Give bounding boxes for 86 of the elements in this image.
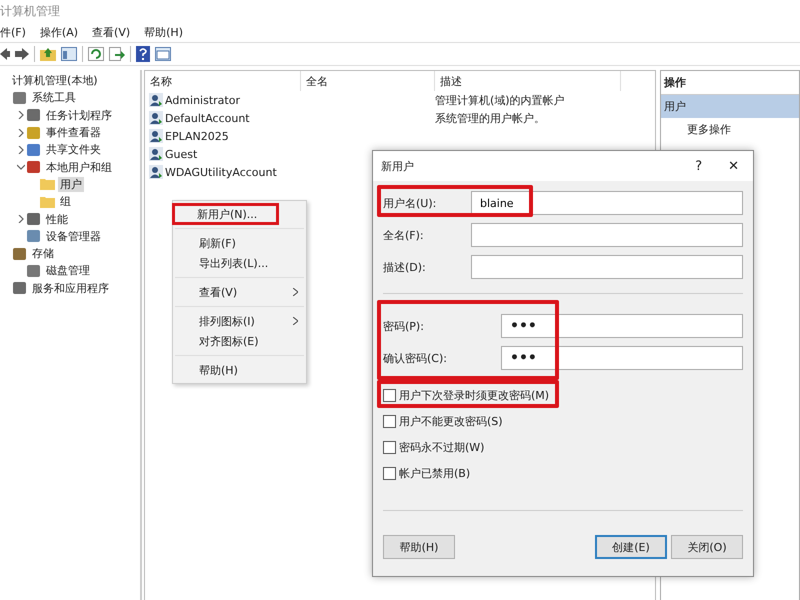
menu-item[interactable]: 导出列表(L)... (173, 253, 306, 273)
checkbox-label: 帐户已禁用(B) (399, 466, 470, 480)
checkbox[interactable] (383, 388, 396, 402)
console-icon[interactable] (61, 47, 77, 61)
tree-item[interactable]: 本地用户和组 (44, 160, 114, 175)
menu-item[interactable]: 帮助(H) (144, 24, 183, 40)
tree-item[interactable]: 性能 (44, 212, 70, 227)
tree-item[interactable]: 计算机管理(本地) (10, 73, 100, 88)
dialog-title: 新用户 (381, 158, 414, 174)
user-name[interactable]: EPLAN2025 (165, 130, 229, 142)
password-field[interactable]: ••• (501, 314, 743, 338)
dialog-button[interactable]: 关闭(O) (671, 535, 743, 559)
user-name[interactable]: DefaultAccount (165, 112, 250, 124)
checkbox[interactable] (383, 440, 396, 454)
input-field[interactable] (471, 223, 743, 247)
tree-item[interactable]: 共享文件夹 (44, 142, 103, 158)
menu-item[interactable]: 刷新(F) (173, 233, 306, 253)
tree-node-icon (26, 264, 41, 278)
menu-item[interactable]: 查看(V) (92, 24, 130, 40)
tree-item[interactable]: 磁盘管理 (44, 263, 92, 278)
tree-node-icon (12, 246, 27, 261)
column-header[interactable]: 名称 (145, 71, 301, 91)
close-button[interactable]: ✕ (728, 158, 739, 174)
folder-icon (40, 194, 55, 209)
menu-item[interactable]: 帮助(H) (173, 360, 306, 380)
table-cell: 系统管理的用户帐户。 (435, 110, 545, 126)
field-label: 确认密码(C): (383, 350, 448, 366)
column-header[interactable]: 全名 (301, 71, 435, 91)
password-field[interactable]: ••• (501, 346, 743, 370)
tree-node-icon (26, 212, 41, 226)
help-icon[interactable] (136, 46, 150, 62)
menu-item[interactable]: 件(F) (0, 24, 26, 40)
input-field[interactable] (471, 255, 743, 279)
tree-item[interactable]: 系统工具 (30, 90, 78, 106)
window-title: 计算机管理 (0, 2, 60, 20)
tree-node-icon (12, 281, 27, 296)
action-item[interactable]: 更多操作 (661, 118, 799, 141)
folder-up-icon[interactable] (40, 47, 56, 61)
user-icon (149, 111, 163, 125)
tree-item[interactable]: 事件查看器 (44, 125, 103, 140)
field-label: 全名(F): (383, 228, 425, 242)
tree-item[interactable]: 用户 (58, 176, 84, 192)
checkbox-label: 用户不能更改密码(S) (399, 414, 503, 428)
user-icon (149, 147, 163, 161)
checkbox[interactable] (383, 466, 396, 480)
console-icon[interactable] (155, 47, 171, 61)
tree-node-icon (26, 229, 41, 244)
user-name[interactable]: WDAGUtilityAccount (165, 166, 277, 178)
table-cell: 管理计算机(域)的内置帐户 (435, 92, 565, 108)
field-label: 用户名(U): (383, 196, 438, 210)
user-icon (149, 165, 163, 179)
checkbox-label: 密码永不过期(W) (399, 440, 484, 454)
tree-item[interactable]: 任务计划程序 (44, 108, 114, 123)
dialog-button[interactable]: 创建(E) (595, 535, 667, 559)
menu-item[interactable]: 操作(A) (40, 24, 78, 40)
tree-item[interactable]: 存储 (30, 246, 56, 262)
column-header[interactable]: 描述 (435, 71, 621, 91)
export-icon[interactable] (109, 47, 125, 61)
folder-icon (40, 177, 55, 192)
input-field[interactable]: blaine (471, 191, 743, 215)
menu-item[interactable]: 排列图标(I) (173, 311, 306, 331)
tree-node-icon (26, 142, 41, 157)
menu-item[interactable]: 新用户(N)... (173, 204, 278, 224)
menu-item[interactable]: 对齐图标(E) (173, 331, 306, 351)
menu-item[interactable]: 查看(V) (173, 282, 306, 302)
help-button[interactable]: ? (695, 158, 702, 174)
tree-node-icon (12, 90, 27, 105)
back-arrow-icon[interactable] (0, 47, 10, 61)
user-icon (149, 129, 163, 143)
checkbox[interactable] (383, 414, 396, 428)
user-name[interactable]: Guest (165, 148, 198, 160)
tree-item[interactable]: 服务和应用程序 (30, 280, 111, 296)
field-label: 密码(P): (383, 318, 425, 334)
forward-arrow-icon[interactable] (15, 47, 29, 61)
dialog-button[interactable]: 帮助(H) (383, 535, 455, 559)
action-section[interactable]: 用户 (661, 95, 799, 118)
refresh-icon[interactable] (88, 47, 104, 61)
tree-item[interactable]: 组 (58, 194, 73, 210)
tree-node-icon (26, 160, 41, 174)
checkbox-label: 用户下次登录时须更改密码(M) (399, 388, 550, 402)
tree-node-icon (26, 108, 41, 122)
user-icon (149, 93, 163, 107)
tree-node-icon (26, 126, 41, 140)
tree-item[interactable]: 设备管理器 (44, 228, 103, 244)
user-name[interactable]: Administrator (165, 94, 240, 106)
field-label: 描述(D): (383, 260, 427, 274)
